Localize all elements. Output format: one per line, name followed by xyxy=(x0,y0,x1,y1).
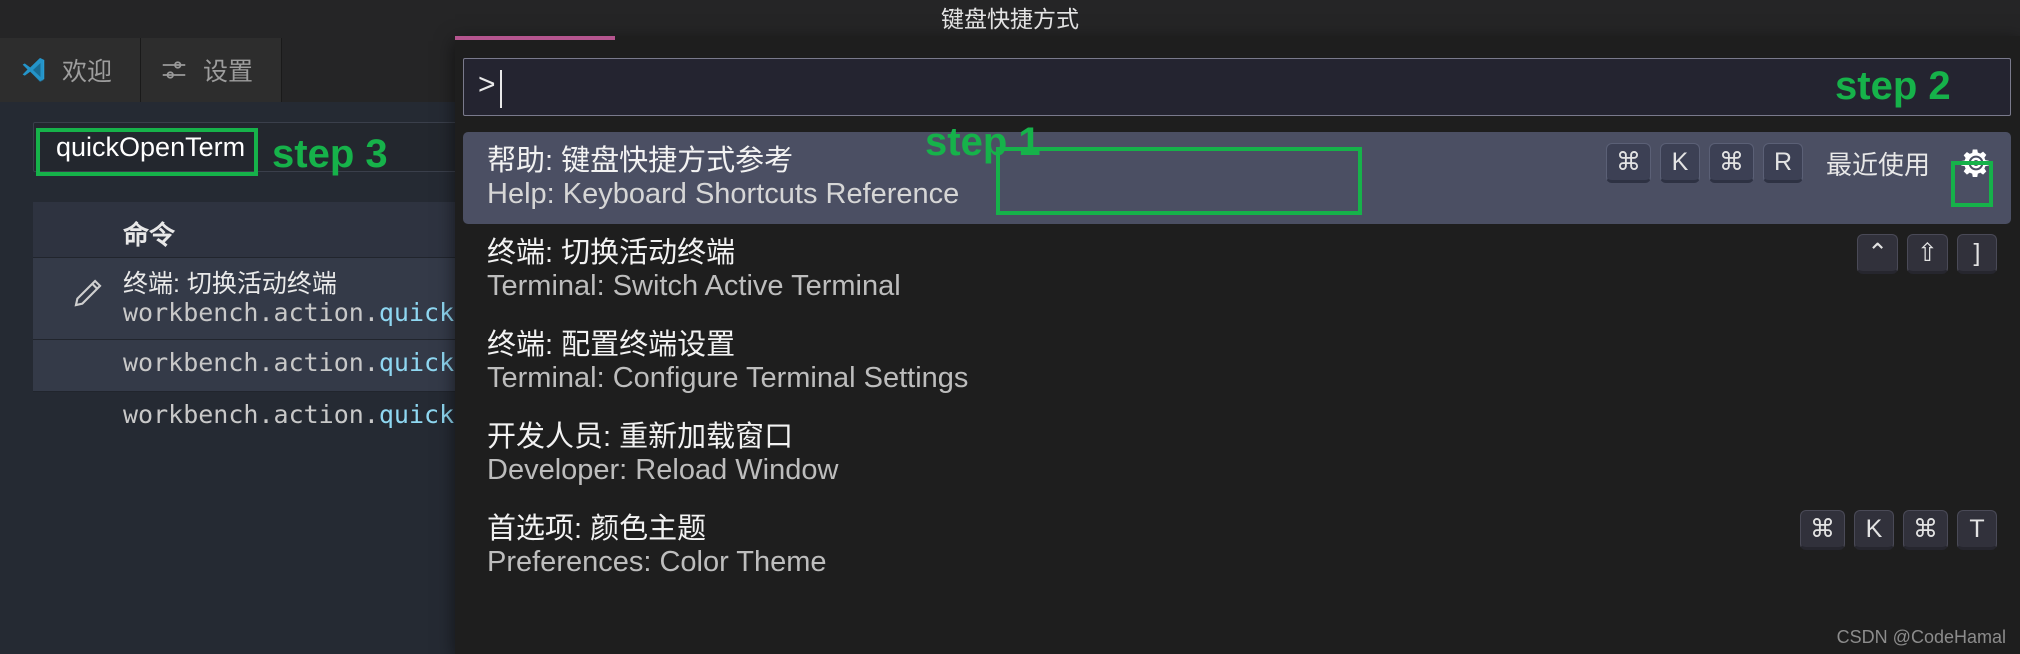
keycap: ⌘ xyxy=(1800,510,1845,550)
palette-accent-bar xyxy=(455,36,615,40)
item-keybinding: ⌃ ⇧ ] xyxy=(1857,234,1997,274)
annotation-box-search xyxy=(36,128,258,176)
row-id-prefix: workbench.action. xyxy=(123,348,379,377)
window-title: 键盘快捷方式 xyxy=(0,0,2020,38)
item-label-zh: 首选项: 颜色主题 xyxy=(487,513,707,545)
item-keybinding: ⌘ K ⌘ R 最近使用 xyxy=(1605,142,1997,184)
item-recent-label: 最近使用 xyxy=(1825,149,1930,180)
tab-settings[interactable]: 设置 xyxy=(141,38,283,102)
tab-welcome-label: 欢迎 xyxy=(62,58,113,86)
annotation-box-help-item xyxy=(996,147,1362,215)
pencil-icon[interactable] xyxy=(71,276,105,310)
list-item[interactable]: 首选项: 颜色主题 Preferences: Color Theme ⌘ K ⌘… xyxy=(463,500,2011,592)
text-caret xyxy=(500,70,502,108)
row-id-prefix: workbench.action. xyxy=(123,298,379,327)
row-command-id: workbench.action.quickOpe xyxy=(123,400,499,429)
keycap: ⌘ xyxy=(1605,143,1651,183)
item-label-zh: 终端: 配置终端设置 xyxy=(487,329,736,361)
annotation-step-2: step 2 xyxy=(1835,64,1951,108)
annotation-step-1: step 1 xyxy=(925,120,1041,164)
row-command-id: workbench.action.quickOpe xyxy=(123,348,499,377)
item-label-zh: 开发人员: 重新加载窗口 xyxy=(487,421,794,453)
keycap: K xyxy=(1854,510,1894,550)
keycap: ⇧ xyxy=(1907,234,1948,274)
row-command-id: workbench.action.quickOpe xyxy=(123,298,499,327)
command-palette: > 帮助: 键盘快捷方式参考 Help: Keyboard Shortcuts … xyxy=(455,36,2020,654)
app-window: 键盘快捷方式 欢迎 设置 quickOpenTerm 命令 终端: 切换活动终端… xyxy=(0,0,2020,654)
keycap: K xyxy=(1659,143,1700,183)
list-item[interactable]: 终端: 切换活动终端 Terminal: Switch Active Termi… xyxy=(463,224,2011,316)
item-label-en: Developer: Reload Window xyxy=(487,454,839,486)
column-header-command: 命令 xyxy=(123,220,176,250)
row-command-zh: 终端: 切换活动终端 xyxy=(123,270,337,298)
item-keybinding: ⌘ K ⌘ T xyxy=(1800,510,1997,550)
editor-tab-bar: 欢迎 设置 xyxy=(0,38,460,102)
annotation-step-3: step 3 xyxy=(272,132,388,176)
keycap: T xyxy=(1957,510,1997,550)
keycap: ⌘ xyxy=(1903,510,1948,550)
sliders-icon xyxy=(159,55,189,85)
item-label-en: Help: Keyboard Shortcuts Reference xyxy=(487,178,960,210)
keybindings-editor: quickOpenTerm 命令 终端: 切换活动终端 workbench.ac… xyxy=(0,102,933,654)
tab-settings-label: 设置 xyxy=(203,58,254,86)
vscode-logo-icon xyxy=(18,55,48,85)
tab-welcome[interactable]: 欢迎 xyxy=(0,38,142,102)
keycap: ⌃ xyxy=(1857,234,1899,274)
keycap: ] xyxy=(1957,234,1997,274)
item-label-zh: 帮助: 键盘快捷方式参考 xyxy=(487,145,794,177)
annotation-box-gear xyxy=(1951,161,1993,207)
item-label-zh: 终端: 切换活动终端 xyxy=(487,237,736,269)
keycap: R xyxy=(1762,143,1803,183)
command-palette-input-value: > xyxy=(478,68,496,101)
watermark: CSDN @CodeHamal xyxy=(1836,627,2006,647)
item-label-en: Preferences: Color Theme xyxy=(487,546,827,578)
item-label-en: Terminal: Switch Active Terminal xyxy=(487,270,901,302)
keycap: ⌘ xyxy=(1708,143,1754,183)
list-item[interactable]: 开发人员: 重新加载窗口 Developer: Reload Window xyxy=(463,408,2011,500)
item-label-en: Terminal: Configure Terminal Settings xyxy=(487,362,969,394)
list-item[interactable]: 终端: 配置终端设置 Terminal: Configure Terminal … xyxy=(463,316,2011,408)
row-id-prefix: workbench.action. xyxy=(123,400,379,429)
command-palette-input[interactable]: > xyxy=(463,58,2011,116)
